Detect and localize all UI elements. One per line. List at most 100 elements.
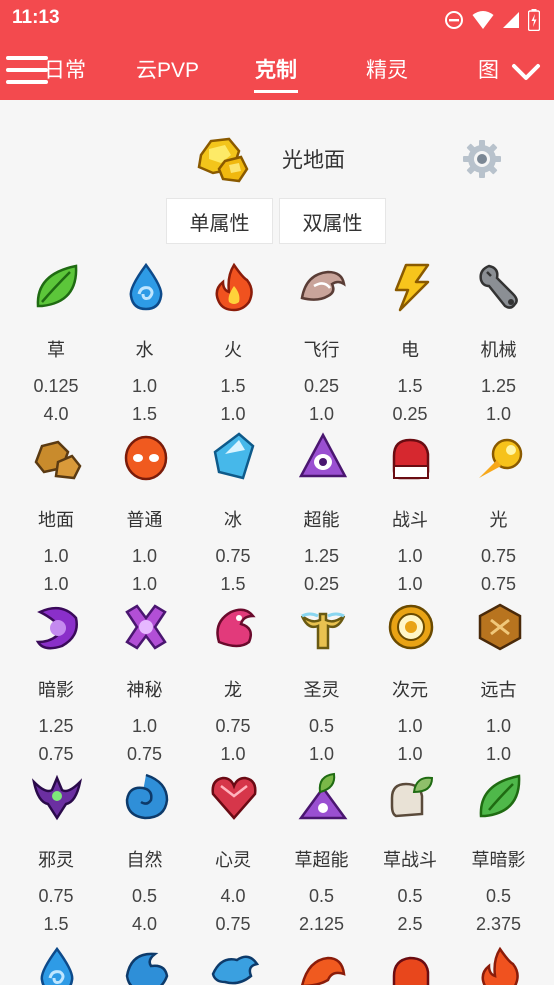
type-cell[interactable]: 邪灵 0.75 1.5 xyxy=(12,770,100,940)
tab-cloud-pvp[interactable]: 云PVP xyxy=(136,54,199,84)
attack-multiplier: 0.5 xyxy=(131,886,158,906)
type-name: 冰 xyxy=(224,510,242,531)
light-comet-icon xyxy=(478,438,522,478)
normal-face-icon xyxy=(124,435,167,481)
tab-daily[interactable]: 日常 xyxy=(44,54,86,84)
defense-multiplier: 1.0 xyxy=(485,744,512,764)
type-cell[interactable]: 次元 1.0 1.0 xyxy=(366,600,454,770)
defense-multiplier: 1.0 xyxy=(43,574,69,594)
wrench-icon xyxy=(478,264,518,309)
attack-multiplier: 1.25 xyxy=(480,376,517,396)
attack-multiplier: 1.0 xyxy=(397,716,423,736)
type-name: 机械 xyxy=(480,340,517,361)
heart-gem-icon xyxy=(211,776,257,820)
grass-shadow-icon xyxy=(479,774,520,818)
type-name: 飞行 xyxy=(303,340,340,361)
type-cell[interactable]: 自然 0.5 4.0 xyxy=(101,770,189,940)
attack-multiplier: 0.25 xyxy=(303,376,340,396)
attack-multiplier: 0.75 xyxy=(215,716,251,736)
attack-multiplier: 1.25 xyxy=(303,546,340,566)
defense-multiplier: 4.0 xyxy=(43,404,69,424)
water-drop-icon[interactable] xyxy=(32,946,82,985)
attack-multiplier: 1.5 xyxy=(220,376,246,396)
type-cell[interactable]: 普通 1.0 1.0 xyxy=(101,430,189,600)
type-name: 超能 xyxy=(303,510,340,531)
nature-swirl-icon xyxy=(125,773,168,820)
type-name: 心灵 xyxy=(215,850,251,871)
tab-bar: 日常 云PVP 克制 精灵 图 xyxy=(0,38,554,100)
menu-button[interactable] xyxy=(6,54,50,86)
attack-multiplier: 1.0 xyxy=(131,376,158,396)
type-cell[interactable]: 草 0.125 4.0 xyxy=(12,260,100,430)
attack-multiplier: 0.5 xyxy=(308,886,335,906)
type-cell[interactable]: 草暗影 0.5 2.375 xyxy=(455,770,543,940)
type-cell[interactable]: 飞行 0.25 1.0 xyxy=(278,260,366,430)
type-grid-partial-row xyxy=(12,942,542,985)
dual-type-button[interactable]: 双属性 xyxy=(279,198,386,244)
tab-sprite[interactable]: 精灵 xyxy=(366,54,408,84)
type-cell[interactable]: 超能 1.25 0.25 xyxy=(278,430,366,600)
wing-icon xyxy=(300,270,346,301)
type-cell[interactable]: 光 0.75 0.75 xyxy=(455,430,543,600)
attack-multiplier: 1.0 xyxy=(131,546,158,566)
type-name: 战斗 xyxy=(392,510,428,531)
fire-fighting-icon[interactable] xyxy=(386,946,436,985)
type-cell[interactable]: 战斗 1.0 1.0 xyxy=(366,430,454,600)
defense-multiplier: 4.0 xyxy=(131,914,158,934)
type-cell[interactable]: 地面 1.0 1.0 xyxy=(12,430,100,600)
type-cell[interactable]: 圣灵 0.5 1.0 xyxy=(278,600,366,770)
fire-wing-icon[interactable] xyxy=(298,946,348,985)
water-wave-icon[interactable] xyxy=(121,946,171,985)
type-name: 水 xyxy=(135,340,154,361)
fighting-glove-icon xyxy=(392,438,430,480)
rock-icon xyxy=(34,440,82,480)
type-cell[interactable]: 草战斗 0.5 2.5 xyxy=(366,770,454,940)
chevron-down-icon[interactable] xyxy=(510,60,542,84)
attack-multiplier: 1.0 xyxy=(485,716,512,736)
type-name: 草战斗 xyxy=(383,850,437,871)
grass-fighting-icon xyxy=(390,776,434,818)
defense-multiplier: 2.5 xyxy=(397,914,423,934)
ancient-tablet-icon xyxy=(478,603,521,651)
attack-multiplier: 0.75 xyxy=(215,546,251,566)
attack-multiplier: 4.0 xyxy=(220,886,246,906)
attack-multiplier: 0.75 xyxy=(38,886,74,906)
defense-multiplier: 1.0 xyxy=(397,744,423,764)
single-type-button[interactable]: 单属性 xyxy=(166,198,273,244)
type-cell[interactable]: 暗影 1.25 0.75 xyxy=(12,600,100,770)
type-name: 光 xyxy=(489,510,508,531)
type-name: 火 xyxy=(224,340,242,361)
gear-icon[interactable] xyxy=(461,138,503,180)
fire-shadow-icon[interactable] xyxy=(475,946,525,985)
defense-multiplier: 1.5 xyxy=(43,914,69,934)
light-ground-icon[interactable] xyxy=(195,135,249,185)
type-cell[interactable]: 龙 0.75 1.0 xyxy=(189,600,277,770)
attack-multiplier: 1.25 xyxy=(38,716,74,736)
type-cell[interactable]: 冰 0.75 1.5 xyxy=(189,430,277,600)
type-name: 圣灵 xyxy=(303,680,340,701)
type-name: 普通 xyxy=(126,510,163,531)
attack-multiplier: 0.5 xyxy=(308,716,335,736)
tab-map[interactable]: 图 xyxy=(478,54,499,84)
counter-panel: 光 地面 单属性 双属性 草 0.125 4.0 水 1.0 1.5 火 1.5 1.0 飞行 0.2… xyxy=(0,100,554,985)
type-cell[interactable]: 火 1.5 1.0 xyxy=(189,260,277,430)
type-name: 地面 xyxy=(38,510,74,531)
defense-multiplier: 1.0 xyxy=(397,574,423,594)
type-cell[interactable]: 电 1.5 0.25 xyxy=(366,260,454,430)
type-cell[interactable]: 远古 1.0 1.0 xyxy=(455,600,543,770)
defense-multiplier: 0.75 xyxy=(215,914,251,934)
type-cell[interactable]: 神秘 1.0 0.75 xyxy=(101,600,189,770)
dimension-ring-icon xyxy=(388,604,434,650)
defense-multiplier: 1.0 xyxy=(220,404,246,424)
type-cell[interactable]: 水 1.0 1.5 xyxy=(101,260,189,430)
defense-multiplier: 1.0 xyxy=(308,744,335,764)
type-cell[interactable]: 机械 1.25 1.0 xyxy=(455,260,543,430)
defense-multiplier: 1.0 xyxy=(220,744,246,764)
type-cell[interactable]: 心灵 4.0 0.75 xyxy=(189,770,277,940)
type-cell[interactable]: 草超能 0.5 2.125 xyxy=(278,770,366,940)
tab-counter[interactable]: 克制 xyxy=(255,54,297,84)
mystery-x-icon xyxy=(124,604,167,650)
shadow-swirl-icon xyxy=(35,606,78,650)
type-name: 草 xyxy=(47,340,65,361)
water-dragon-icon[interactable] xyxy=(209,946,259,985)
